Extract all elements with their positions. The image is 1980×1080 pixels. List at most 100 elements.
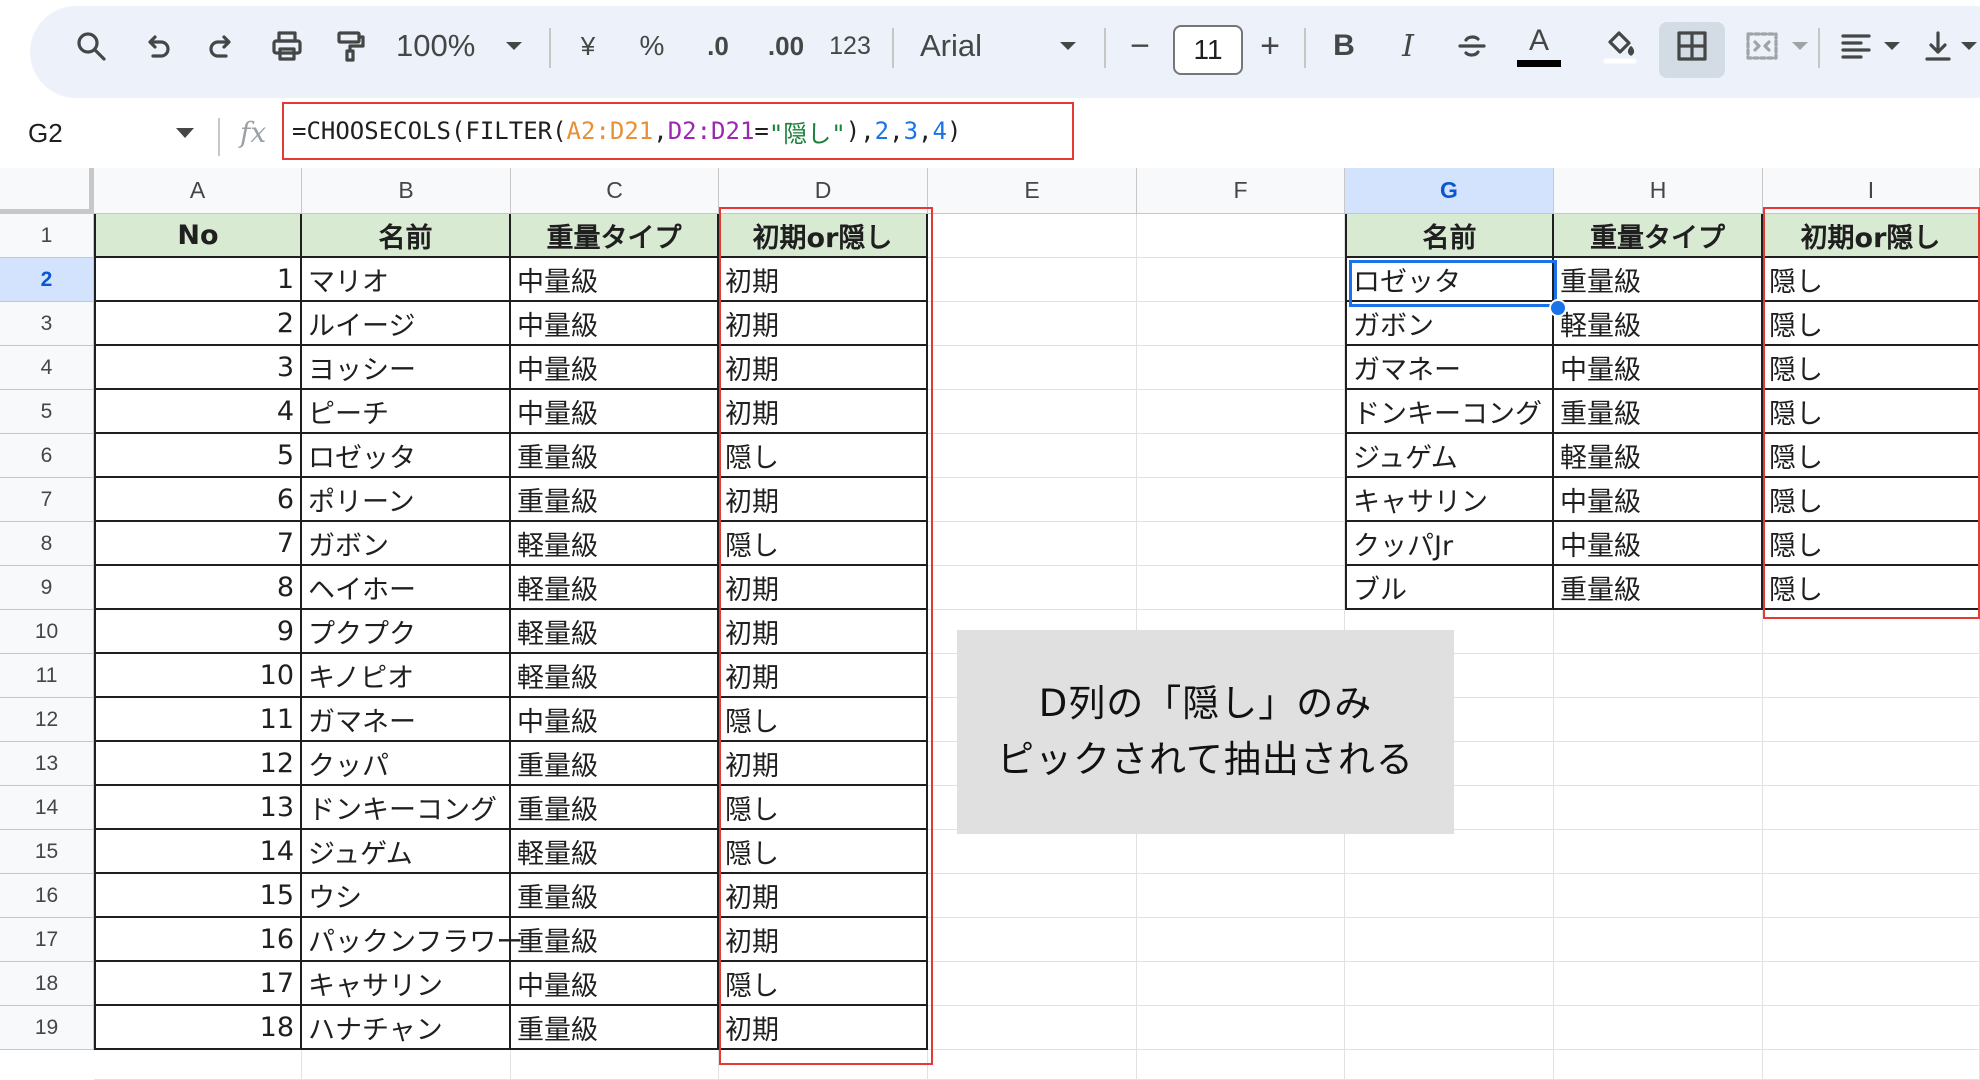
result-cell[interactable]: ジュゲム — [1345, 434, 1554, 478]
row-number-cell[interactable]: 7 — [94, 522, 302, 566]
data-cell[interactable]: 初期 — [719, 566, 928, 610]
data-cell[interactable]: 軽量級 — [511, 566, 719, 610]
data-cell[interactable]: キノピオ — [302, 654, 511, 698]
result-cell[interactable]: ブル — [1345, 566, 1554, 610]
cell[interactable] — [1554, 830, 1763, 874]
result-cell[interactable]: キャサリン — [1345, 478, 1554, 522]
result-cell[interactable]: 軽量級 — [1554, 302, 1763, 346]
column-header-c[interactable]: C — [511, 168, 719, 214]
cell[interactable] — [1137, 830, 1345, 874]
data-cell[interactable]: ジュゲム — [302, 830, 511, 874]
cell[interactable] — [511, 1050, 719, 1080]
column-header-d[interactable]: D — [719, 168, 928, 214]
data-cell[interactable]: 初期 — [719, 1006, 928, 1050]
cell[interactable] — [928, 390, 1137, 434]
data-cell[interactable]: 軽量級 — [511, 522, 719, 566]
cell[interactable] — [1763, 742, 1980, 786]
row-header-7[interactable]: 7 — [0, 478, 94, 522]
cell[interactable] — [1554, 1006, 1763, 1050]
cell[interactable] — [719, 1050, 928, 1080]
result-cell[interactable]: 重量級 — [1554, 566, 1763, 610]
name-box[interactable]: G2 — [28, 118, 63, 149]
cell[interactable] — [928, 918, 1137, 962]
row-header-12[interactable]: 12 — [0, 698, 94, 742]
cell[interactable] — [1554, 962, 1763, 1006]
active-cell-selection[interactable] — [1349, 260, 1557, 307]
data-cell[interactable]: キャサリン — [302, 962, 511, 1006]
cell[interactable] — [1137, 1006, 1345, 1050]
data-cell[interactable]: ルイージ — [302, 302, 511, 346]
cell[interactable] — [1137, 258, 1345, 302]
row-number-cell[interactable]: 9 — [94, 610, 302, 654]
row-header-17[interactable]: 17 — [0, 918, 94, 962]
result-header-cell[interactable]: 名前 — [1345, 214, 1554, 258]
result-cell[interactable]: 隠し — [1763, 522, 1980, 566]
horizontal-align-icon[interactable] — [1836, 0, 1876, 92]
row-header-3[interactable]: 3 — [0, 302, 94, 346]
increase-decimal-button[interactable]: .00 — [758, 0, 814, 92]
data-cell[interactable]: 初期 — [719, 302, 928, 346]
row-number-cell[interactable]: 10 — [94, 654, 302, 698]
cell[interactable] — [1345, 1006, 1554, 1050]
column-header-f[interactable]: F — [1137, 168, 1345, 214]
strikethrough-icon[interactable] — [1452, 0, 1492, 92]
data-cell[interactable]: 軽量級 — [511, 654, 719, 698]
cell[interactable] — [928, 1006, 1137, 1050]
data-cell[interactable]: 重量級 — [511, 434, 719, 478]
table-header-cell[interactable]: 重量タイプ — [511, 214, 719, 258]
cell[interactable] — [1554, 786, 1763, 830]
data-cell[interactable]: 重量級 — [511, 1006, 719, 1050]
row-number-cell[interactable]: 2 — [94, 302, 302, 346]
column-header-a[interactable]: A — [94, 168, 302, 214]
decrease-font-size-button[interactable]: − — [1122, 0, 1158, 92]
cell[interactable] — [928, 830, 1137, 874]
cell[interactable] — [928, 962, 1137, 1006]
data-cell[interactable]: 隠し — [719, 434, 928, 478]
font-size-input[interactable]: 11 — [1173, 25, 1243, 75]
data-cell[interactable]: 重量級 — [511, 786, 719, 830]
cell[interactable] — [1554, 698, 1763, 742]
result-cell[interactable]: 重量級 — [1554, 390, 1763, 434]
data-cell[interactable]: クッパ — [302, 742, 511, 786]
cell[interactable] — [1345, 874, 1554, 918]
data-cell[interactable]: 中量級 — [511, 698, 719, 742]
cell[interactable] — [928, 214, 1137, 258]
cell[interactable] — [1554, 610, 1763, 654]
zoom-select[interactable]: 100% — [396, 0, 486, 92]
cell[interactable] — [928, 522, 1137, 566]
result-cell[interactable]: 中量級 — [1554, 346, 1763, 390]
cell[interactable] — [1763, 698, 1980, 742]
cell[interactable] — [928, 566, 1137, 610]
row-number-cell[interactable]: 3 — [94, 346, 302, 390]
merge-dropdown-icon[interactable] — [1788, 0, 1812, 92]
row-header-13[interactable]: 13 — [0, 742, 94, 786]
valign-dropdown-icon[interactable] — [1958, 0, 1980, 92]
data-cell[interactable]: 初期 — [719, 654, 928, 698]
result-cell[interactable]: 隠し — [1763, 302, 1980, 346]
result-cell[interactable]: 隠し — [1763, 566, 1980, 610]
cell[interactable] — [928, 478, 1137, 522]
result-cell[interactable]: 軽量級 — [1554, 434, 1763, 478]
row-number-cell[interactable]: 14 — [94, 830, 302, 874]
decrease-decimal-button[interactable]: .0 — [693, 0, 743, 92]
cell[interactable] — [1763, 918, 1980, 962]
vertical-align-icon[interactable] — [1918, 0, 1958, 92]
formula-input[interactable]: =CHOOSECOLS(FILTER(A2:D21, D2:D21 = "隠し"… — [282, 102, 1074, 160]
font-family-select[interactable]: Arial — [920, 0, 1000, 92]
cell[interactable] — [1137, 302, 1345, 346]
data-cell[interactable]: ピーチ — [302, 390, 511, 434]
undo-icon[interactable] — [136, 0, 180, 92]
fill-color-icon[interactable] — [1596, 0, 1644, 92]
data-cell[interactable]: 初期 — [719, 918, 928, 962]
row-header-14[interactable]: 14 — [0, 786, 94, 830]
cell[interactable] — [1554, 874, 1763, 918]
row-header-16[interactable]: 16 — [0, 874, 94, 918]
data-cell[interactable]: 軽量級 — [511, 830, 719, 874]
result-cell[interactable]: ガマネー — [1345, 346, 1554, 390]
cell[interactable] — [928, 1050, 1137, 1080]
data-cell[interactable]: マリオ — [302, 258, 511, 302]
row-header-8[interactable]: 8 — [0, 522, 94, 566]
merge-cells-icon[interactable] — [1738, 0, 1786, 92]
search-menus-icon[interactable] — [68, 0, 114, 92]
cell[interactable] — [1137, 522, 1345, 566]
